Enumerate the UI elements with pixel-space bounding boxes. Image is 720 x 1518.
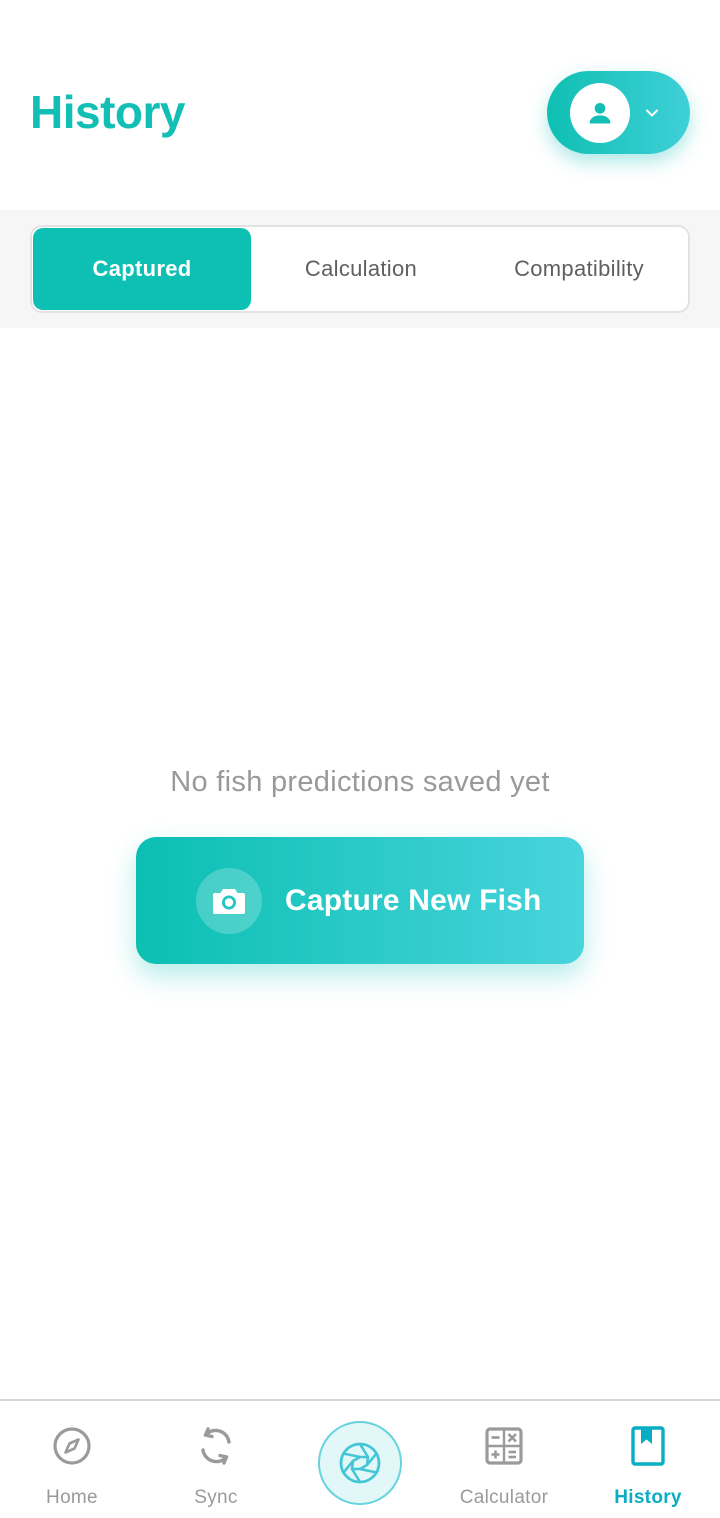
capture-button-label: Capture New Fish [285, 883, 542, 917]
chevron-down-icon [644, 105, 660, 121]
profile-menu-button[interactable] [547, 71, 690, 154]
camera-icon-badge [196, 867, 262, 934]
nav-item-history[interactable]: History [576, 1423, 720, 1513]
nav-item-capture[interactable] [318, 1421, 402, 1505]
calculator-icon [485, 1423, 523, 1469]
compass-icon [52, 1423, 92, 1469]
aperture-icon [339, 1442, 381, 1484]
tab-captured[interactable]: Captured [33, 228, 251, 310]
nav-label-history: History [614, 1487, 682, 1508]
nav-label-calculator: Calculator [459, 1487, 549, 1508]
history-screen: History Captured Calculation Compatibili… [0, 0, 720, 1518]
nav-label-home: Home [46, 1487, 98, 1508]
empty-state-message: No fish predictions saved yet [170, 766, 550, 798]
nav-label-sync: Sync [194, 1487, 238, 1508]
page-title: History [30, 86, 185, 138]
capture-new-fish-button[interactable]: Capture New Fish [136, 837, 584, 964]
sync-icon [196, 1423, 236, 1469]
camera-icon [213, 888, 245, 914]
nav-item-calculator[interactable]: Calculator [432, 1423, 576, 1513]
avatar [570, 82, 630, 143]
person-icon [589, 102, 611, 123]
bottom-nav: Home Sync Calculator History [0, 1399, 720, 1518]
nav-item-sync[interactable]: Sync [144, 1423, 288, 1513]
segmented-tabs: Captured Calculation Compatibility [30, 225, 690, 313]
nav-item-home[interactable]: Home [0, 1423, 144, 1513]
bookmark-book-icon [631, 1423, 665, 1469]
tab-compatibility[interactable]: Compatibility [470, 227, 688, 311]
tab-calculation[interactable]: Calculation [252, 227, 470, 311]
